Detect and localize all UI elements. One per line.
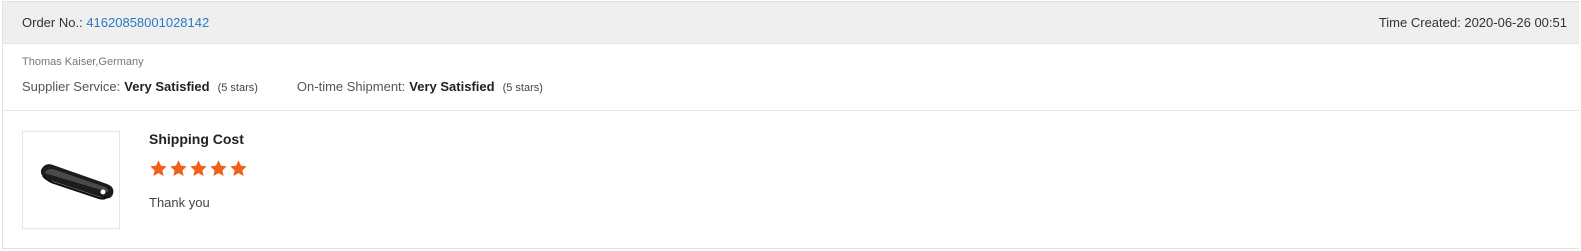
order-info: Order No.: 41620858001028142 (22, 15, 209, 30)
star-icon (210, 160, 227, 176)
order-header: Order No.: 41620858001028142 Time Create… (3, 2, 1579, 44)
star-icon (170, 160, 187, 176)
star-icon (150, 160, 167, 176)
star-icon (230, 160, 247, 176)
buyer-ratings-section: Thomas Kaiser,Germany Supplier Service: … (3, 44, 1579, 111)
product-thumbnail[interactable] (22, 131, 120, 229)
review-text: Thank you (149, 195, 210, 210)
rating-note: (5 stars) (502, 82, 543, 94)
buyer-name: Thomas Kaiser,Germany (22, 56, 144, 68)
rating-value: Very Satisfied (124, 79, 210, 94)
order-label: Order No.: (22, 15, 83, 30)
product-review: Shipping Cost Thank you (3, 111, 1579, 250)
time-value: 2020-06-26 00:51 (1464, 15, 1567, 30)
rating-label: Supplier Service: (22, 79, 121, 94)
time-created: Time Created: 2020-06-26 00:51 (1379, 15, 1567, 30)
rating-note: (5 stars) (217, 82, 258, 94)
rating-label: On-time Shipment: (296, 79, 406, 94)
rating-value: Very Satisfied (409, 79, 495, 94)
product-star-rating (149, 159, 249, 178)
star-icon (190, 160, 207, 176)
feedback-card: Order No.: 41620858001028142 Time Create… (2, 1, 1579, 249)
on-time-shipment-rating: On-time Shipment: Very Satisfied (5 star… (297, 79, 543, 94)
time-label: Time Created: (1378, 15, 1461, 30)
supplier-service-rating: Supplier Service: Very Satisfied (5 star… (22, 79, 258, 94)
order-number-link[interactable]: 41620858001028142 (86, 15, 209, 30)
store-ratings: Supplier Service: Very Satisfied (5 star… (22, 79, 543, 94)
product-title: Shipping Cost (149, 131, 244, 147)
black-metal-clip-image (40, 164, 114, 200)
